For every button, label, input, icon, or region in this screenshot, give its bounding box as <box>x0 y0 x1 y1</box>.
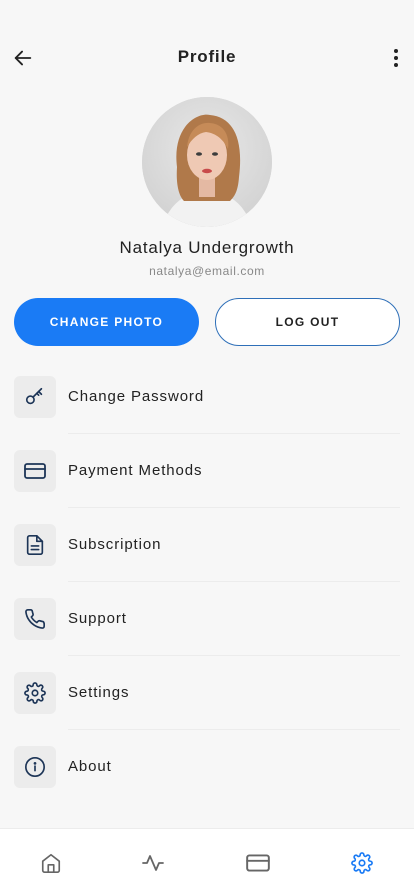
menu-item-settings[interactable]: Settings <box>0 656 414 730</box>
menu-item-label: Settings <box>68 684 130 701</box>
profile-name: Natalya Undergrowth <box>119 238 295 257</box>
gear-icon <box>24 682 46 704</box>
menu-item-label: Support <box>68 610 127 627</box>
gear-icon <box>351 852 373 874</box>
credit-card-icon <box>24 463 46 479</box>
menu-item-label: Payment Methods <box>68 462 203 479</box>
settings-menu: Change Password Payment Methods Subscrip… <box>0 360 414 804</box>
menu-item-subscription[interactable]: Subscription <box>0 508 414 582</box>
more-button[interactable] <box>386 45 406 71</box>
card-icon <box>246 854 270 872</box>
menu-item-label: Subscription <box>68 536 162 553</box>
phone-icon <box>25 609 45 629</box>
document-icon <box>26 535 44 555</box>
logout-button[interactable]: LOG OUT <box>215 298 400 346</box>
bottom-tab-bar <box>0 828 414 896</box>
menu-item-about[interactable]: About <box>0 730 414 804</box>
profile-screen: Profile Natalya Undergrowth natalya@emai… <box>0 0 414 896</box>
info-icon <box>25 757 45 777</box>
home-icon <box>41 853 61 873</box>
tab-activity[interactable] <box>139 849 167 877</box>
page-title: Profile <box>177 47 237 66</box>
more-vertical-icon <box>394 49 398 67</box>
tab-cards[interactable] <box>244 849 272 877</box>
menu-item-support[interactable]: Support <box>0 582 414 656</box>
menu-item-label: About <box>68 758 112 775</box>
change-photo-button[interactable]: CHANGE PHOTO <box>14 298 199 346</box>
avatar <box>142 97 272 227</box>
key-icon <box>25 387 43 405</box>
menu-item-payment-methods[interactable]: Payment Methods <box>0 434 414 508</box>
tab-settings[interactable] <box>348 849 376 877</box>
tab-home[interactable] <box>37 849 65 877</box>
menu-item-label: Change Password <box>68 388 205 405</box>
menu-item-change-password[interactable]: Change Password <box>0 360 414 434</box>
profile-email: natalya@email.com <box>149 264 265 278</box>
activity-icon <box>142 855 164 871</box>
